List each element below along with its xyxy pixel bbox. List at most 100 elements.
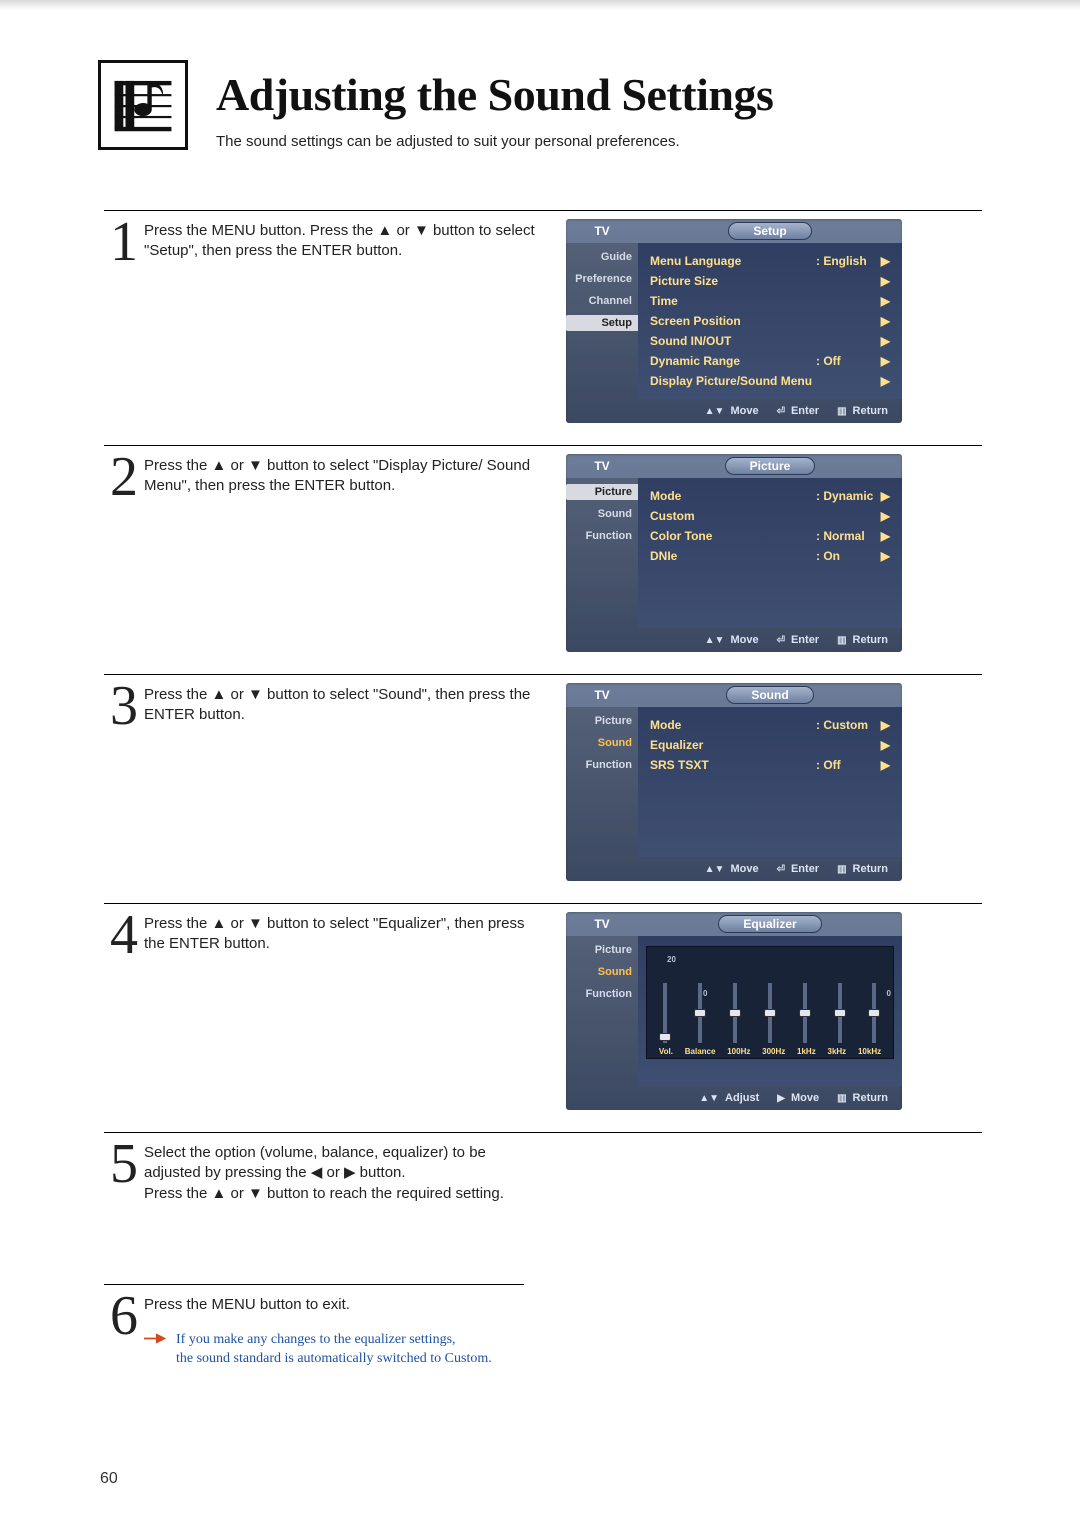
osd-row-picture-size[interactable]: Picture Size▶ xyxy=(650,271,890,291)
note-text: If you make any changes to the equalizer… xyxy=(176,1331,492,1369)
right-arrow-icon: ▶ xyxy=(876,549,890,563)
osd-hint-move: ▶Move xyxy=(777,1092,819,1104)
osd-row-sound-inout[interactable]: Sound IN/OUT▶ xyxy=(650,331,890,351)
osd-row-mode[interactable]: Mode: Custom▶ xyxy=(650,715,890,735)
osd-side-function[interactable]: Function xyxy=(566,757,638,773)
osd-side-channel[interactable]: Channel xyxy=(566,293,638,309)
eq-slider-3khz[interactable] xyxy=(835,983,845,1043)
right-arrow-icon: ▶ xyxy=(876,314,890,328)
osd-footer: ▲▼Move ⏎Enter ▥Return xyxy=(566,857,902,881)
osd-row-equalizer[interactable]: Equalizer▶ xyxy=(650,735,890,755)
osd-row-screen-position[interactable]: Screen Position▶ xyxy=(650,311,890,331)
step-text: Press the ▲ or ▼ button to select "Equal… xyxy=(144,910,544,1120)
right-arrow-icon: ▶ xyxy=(876,758,890,772)
osd-footer: ▲▼Move ⏎Enter ▥Return xyxy=(566,628,902,652)
osd-row-display-ps-menu[interactable]: Display Picture/Sound Menu▶ xyxy=(650,371,890,391)
osd-side-picture[interactable]: Picture xyxy=(566,713,638,729)
osd-side-picture[interactable]: Picture xyxy=(566,942,638,958)
osd-footer: ▲▼Adjust ▶Move ▥Return xyxy=(566,1086,902,1110)
osd-title: Sound xyxy=(726,686,813,704)
step-number: 2 xyxy=(104,452,144,662)
right-arrow-icon: ▶ xyxy=(876,294,890,308)
step-1: 1 Press the MENU button. Press the ▲ or … xyxy=(104,210,982,433)
right-arrow-icon: ▶ xyxy=(876,718,890,732)
osd-main-list: Mode: Dynamic▶ Custom▶ Color Tone: Norma… xyxy=(638,478,902,628)
osd-tv-label: TV xyxy=(566,459,638,473)
return-icon: ▥ xyxy=(837,406,846,417)
updown-icon: ▲▼ xyxy=(699,1093,719,1104)
osd-row-mode[interactable]: Mode: Dynamic▶ xyxy=(650,486,890,506)
osd-tv-label: TV xyxy=(566,688,638,702)
page-number: 60 xyxy=(100,1470,118,1488)
osd-side-guide[interactable]: Guide xyxy=(566,249,638,265)
osd-hint-enter: ⏎Enter xyxy=(777,863,820,875)
osd-equalizer-panel: 20 0 0 xyxy=(638,936,902,1086)
return-icon: ▥ xyxy=(837,635,846,646)
step-number: 6 xyxy=(104,1291,144,1369)
osd-hint-move: ▲▼Move xyxy=(705,863,759,875)
eq-scale-mid-right: 0 xyxy=(887,989,891,998)
note: If you make any changes to the equalizer… xyxy=(144,1331,492,1369)
osd-row-color-tone[interactable]: Color Tone: Normal▶ xyxy=(650,526,890,546)
eq-slider-1khz[interactable] xyxy=(800,983,810,1043)
osd-side-function[interactable]: Function xyxy=(566,528,638,544)
osd-main-list: Mode: Custom▶ Equalizer▶ SRS TSXT: Off▶ xyxy=(638,707,902,857)
osd-row-dynamic-range[interactable]: Dynamic Range: Off▶ xyxy=(650,351,890,371)
eq-scale-top: 20 xyxy=(667,955,676,964)
right-arrow-icon: ▶ xyxy=(876,374,890,388)
osd-row-custom[interactable]: Custom▶ xyxy=(650,506,890,526)
enter-icon: ⏎ xyxy=(777,635,785,646)
osd-side-sound[interactable]: Sound xyxy=(566,735,638,751)
right-arrow-icon: ▶ xyxy=(876,254,890,268)
page-title: Adjusting the Sound Settings xyxy=(216,68,773,121)
step-6: 6 Press the MENU button to exit. If you … xyxy=(104,1285,982,1369)
eq-slider-volume[interactable] xyxy=(660,983,670,1043)
right-arrow-icon: ▶ xyxy=(876,489,890,503)
osd-row-srs[interactable]: SRS TSXT: Off▶ xyxy=(650,755,890,775)
osd-sidebar: Guide Preference Channel Setup xyxy=(566,243,638,399)
osd-side-preference[interactable]: Preference xyxy=(566,271,638,287)
updown-icon: ▲▼ xyxy=(705,406,725,417)
step-number: 1 xyxy=(104,217,144,433)
right-arrow-icon: ▶ xyxy=(876,509,890,523)
osd-sidebar: Picture Sound Function xyxy=(566,936,638,1086)
osd-side-picture[interactable]: Picture xyxy=(566,484,638,500)
page-header: Adjusting the Sound Settings The sound s… xyxy=(98,60,982,150)
right-arrow-icon: ▶ xyxy=(777,1093,785,1104)
osd-main-list: Menu Language: English▶ Picture Size▶ Ti… xyxy=(638,243,902,399)
osd-side-sound[interactable]: Sound xyxy=(566,964,638,980)
eq-slider-300hz[interactable] xyxy=(765,983,775,1043)
page-subtitle: The sound settings can be adjusted to su… xyxy=(216,133,773,150)
right-arrow-icon: ▶ xyxy=(876,354,890,368)
osd-row-dnie[interactable]: DNIe: On▶ xyxy=(650,546,890,566)
osd-sound: TV Sound Picture Sound Function Mode: Cu… xyxy=(566,683,902,881)
osd-hint-return: ▥Return xyxy=(837,1092,888,1104)
osd-sidebar: Picture Sound Function xyxy=(566,707,638,857)
eq-slider-100hz[interactable] xyxy=(730,983,740,1043)
enter-icon: ⏎ xyxy=(777,406,785,417)
osd-row-menu-language[interactable]: Menu Language: English▶ xyxy=(650,251,890,271)
osd-tv-label: TV xyxy=(566,224,638,238)
step-4: 4 Press the ▲ or ▼ button to select "Equ… xyxy=(104,903,982,1120)
osd-side-setup[interactable]: Setup xyxy=(566,315,638,331)
updown-icon: ▲▼ xyxy=(705,635,725,646)
osd-side-sound[interactable]: Sound xyxy=(566,506,638,522)
right-arrow-icon: ▶ xyxy=(876,738,890,752)
updown-icon: ▲▼ xyxy=(705,864,725,875)
osd-hint-enter: ⏎Enter xyxy=(777,634,820,646)
eq-slider-10khz[interactable] xyxy=(869,983,879,1043)
music-note-icon xyxy=(108,70,178,140)
osd-side-function[interactable]: Function xyxy=(566,986,638,1002)
enter-icon: ⏎ xyxy=(777,864,785,875)
right-arrow-icon: ▶ xyxy=(876,274,890,288)
osd-equalizer: TV Equalizer Picture Sound Function 20 0 xyxy=(566,912,902,1110)
step-text: Select the option (volume, balance, equa… xyxy=(144,1139,544,1204)
eq-scale-mid: 0 xyxy=(703,989,707,998)
right-arrow-icon: ▶ xyxy=(876,334,890,348)
return-icon: ▥ xyxy=(837,1093,846,1104)
osd-row-time[interactable]: Time▶ xyxy=(650,291,890,311)
osd-hint-return: ▥Return xyxy=(837,405,888,417)
steps-list: 1 Press the MENU button. Press the ▲ or … xyxy=(98,210,982,1369)
step-text: Press the MENU button. Press the ▲ or ▼ … xyxy=(144,217,544,433)
step-number: 4 xyxy=(104,910,144,1120)
